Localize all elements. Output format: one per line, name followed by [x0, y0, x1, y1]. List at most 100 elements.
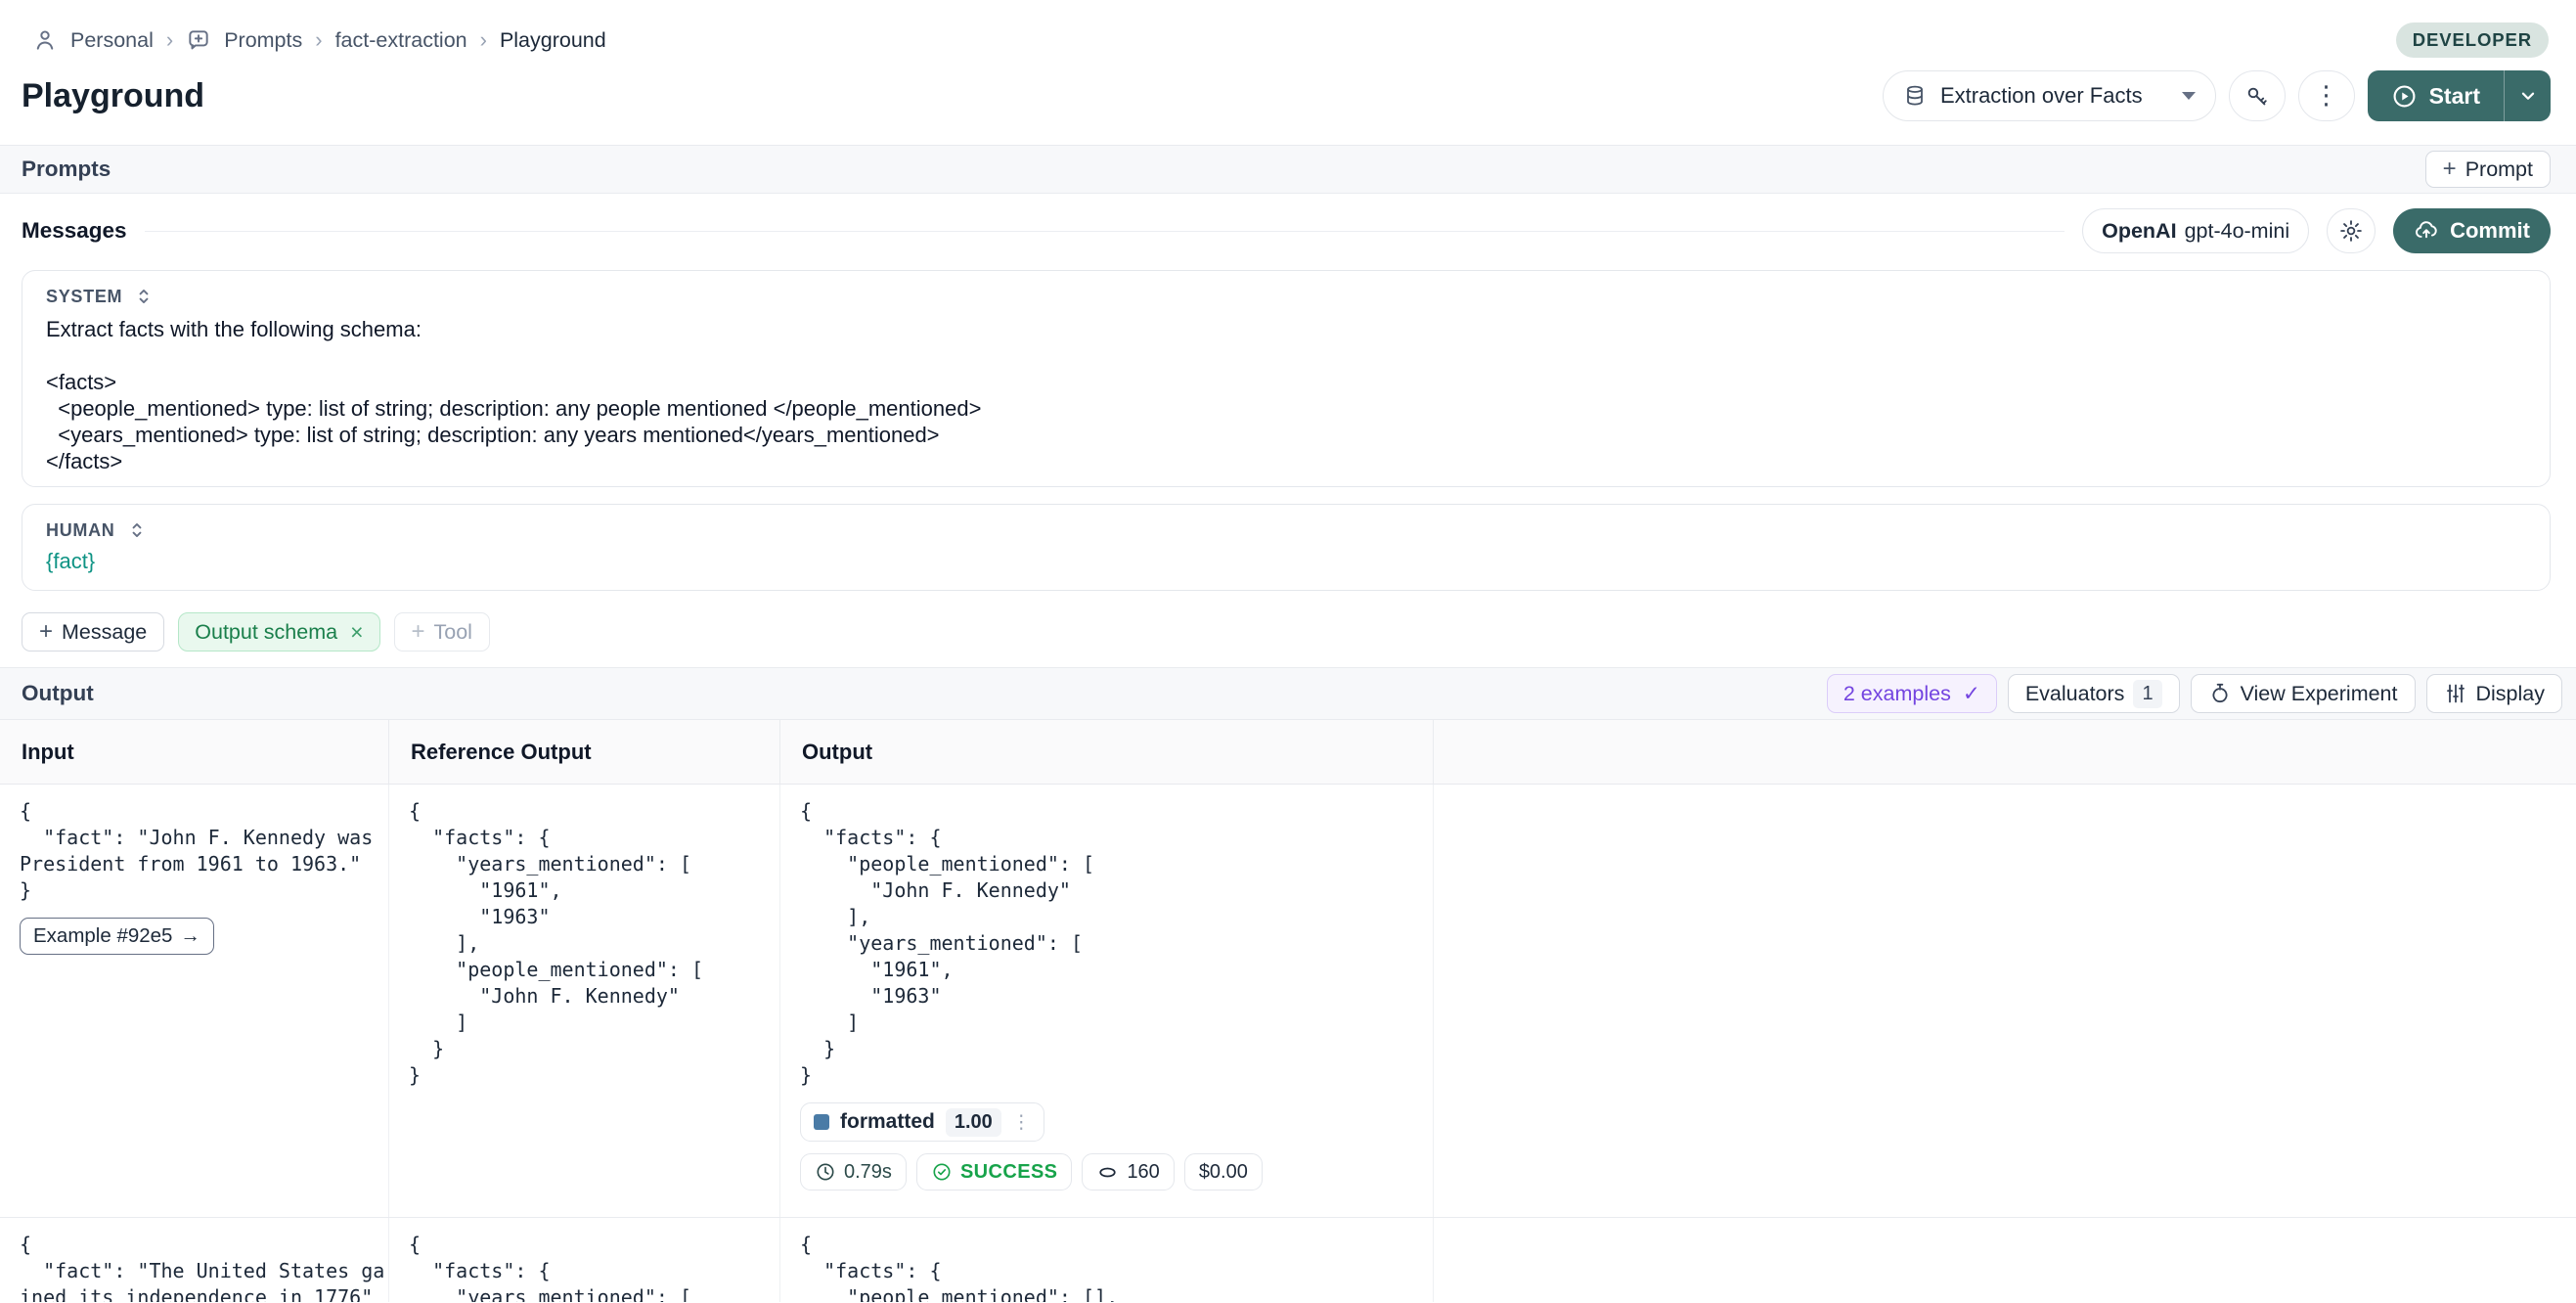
- gear-icon: [2338, 218, 2364, 244]
- top-bar: Personal › Prompts › fact-extraction › P…: [0, 0, 2576, 55]
- add-prompt-button[interactable]: + Prompt: [2425, 151, 2551, 188]
- token-coin-icon: [1096, 1161, 1119, 1184]
- dataset-selector-label: Extraction over Facts: [1940, 83, 2143, 109]
- column-header-input: Input: [0, 720, 389, 784]
- feedback-badge[interactable]: formatted 1.00 ⋮: [800, 1102, 1044, 1142]
- composer-actions: + Message Output schema × + Tool: [22, 612, 2551, 652]
- close-icon[interactable]: ×: [350, 619, 363, 646]
- database-icon: [1903, 84, 1927, 108]
- arrow-right-icon: →: [180, 924, 200, 948]
- add-message-button[interactable]: + Message: [22, 612, 164, 652]
- clock-icon: [815, 1161, 836, 1183]
- kebab-icon[interactable]: ⋮: [1012, 1111, 1031, 1133]
- model-selector[interactable]: OpenAI gpt-4o-mini: [2082, 208, 2309, 253]
- tokens-badge: 160: [1082, 1153, 1174, 1191]
- results-table-header: Input Reference Output Output: [0, 720, 2576, 785]
- latency-badge: 0.79s: [800, 1153, 907, 1191]
- column-header-empty: [1434, 720, 2576, 784]
- header-controls: Extraction over Facts ⋮ Start: [1883, 70, 2551, 121]
- commit-button-label: Commit: [2450, 218, 2530, 244]
- table-row: { "fact": "The United States ga ined its…: [0, 1218, 2576, 1302]
- dataset-selector[interactable]: Extraction over Facts: [1883, 70, 2216, 121]
- feedback-score: 1.00: [946, 1108, 1001, 1137]
- cost-value: $0.00: [1199, 1161, 1248, 1184]
- output-cell: { "facts": { "people_mentioned": [ "John…: [780, 785, 1434, 1217]
- status-value: SUCCESS: [960, 1161, 1058, 1184]
- breadcrumb-playground: Playground: [500, 28, 606, 53]
- status-badge: SUCCESS: [916, 1153, 1073, 1191]
- input-cell: { "fact": "The United States ga ined its…: [0, 1218, 389, 1302]
- role-switcher-updown-icon[interactable]: [126, 519, 148, 541]
- breadcrumb-prompts[interactable]: Prompts: [224, 28, 302, 53]
- key-icon: [2244, 84, 2269, 109]
- evaluators-button[interactable]: Evaluators 1: [2008, 674, 2180, 713]
- sliders-icon: [2444, 682, 2467, 705]
- input-json: { "fact": "John F. Kennedy was President…: [20, 798, 380, 904]
- messages-header: Messages OpenAI gpt-4o-mini Commit: [0, 207, 2576, 254]
- prompts-bubble-plus-icon: [186, 27, 211, 53]
- tokens-value: 160: [1127, 1161, 1159, 1184]
- model-provider: OpenAI: [2102, 219, 2176, 244]
- chevron-down-icon: [2517, 85, 2539, 107]
- model-settings-button[interactable]: [2327, 208, 2376, 253]
- input-cell: { "fact": "John F. Kennedy was President…: [0, 785, 389, 1217]
- flask-icon: [2208, 682, 2232, 705]
- add-message-label: Message: [62, 620, 147, 645]
- human-role-label: HUMAN: [46, 520, 115, 541]
- breadcrumb-fact-extraction[interactable]: fact-extraction: [335, 28, 467, 53]
- evaluators-count-badge: 1: [2133, 680, 2161, 708]
- system-role-label: SYSTEM: [46, 287, 122, 307]
- output-json: { "facts": { "people_mentioned": [],: [800, 1232, 1425, 1302]
- add-prompt-label: Prompt: [2465, 157, 2533, 182]
- reference-output-cell: { "facts": { "years_mentioned": [ "1961"…: [389, 785, 780, 1217]
- system-message-card: SYSTEM Extract facts with the following …: [22, 270, 2551, 487]
- human-message-card: HUMAN {fact}: [22, 504, 2551, 591]
- feedback-color-swatch: [814, 1114, 829, 1130]
- add-tool-label: Tool: [434, 620, 472, 645]
- view-experiment-button[interactable]: View Experiment: [2191, 674, 2416, 713]
- output-controls: 2 examples ✓ Evaluators 1 View Experimen…: [1827, 674, 2562, 713]
- example-link-label: Example #92e5: [33, 924, 172, 948]
- page-title: Playground: [22, 77, 1883, 115]
- prompts-section-bar: Prompts + Prompt: [0, 145, 2576, 194]
- commit-button[interactable]: Commit: [2393, 208, 2551, 253]
- run-stats-row: 0.79s SUCCESS 160 $0.00: [800, 1153, 1425, 1191]
- system-message-editor[interactable]: Extract facts with the following schema:…: [46, 316, 2526, 474]
- output-schema-chip[interactable]: Output schema ×: [178, 612, 379, 652]
- evaluators-label: Evaluators: [2025, 682, 2125, 706]
- empty-cell: [1434, 785, 2576, 1217]
- divider: [145, 231, 2065, 232]
- output-cell: { "facts": { "people_mentioned": [],: [780, 1218, 1434, 1302]
- plus-icon: +: [39, 618, 53, 646]
- kebab-icon: ⋮: [2314, 81, 2339, 111]
- add-tool-button[interactable]: + Tool: [394, 612, 490, 652]
- output-label: Output: [22, 681, 94, 706]
- breadcrumb: Personal › Prompts › fact-extraction › P…: [32, 27, 606, 53]
- human-message-editor[interactable]: {fact}: [46, 548, 2526, 574]
- cost-badge: $0.00: [1184, 1153, 1263, 1191]
- user-icon: [32, 27, 58, 53]
- reference-output-json: { "facts": { "years_mentioned": [: [409, 1232, 772, 1302]
- examples-label: 2 examples: [1843, 682, 1951, 706]
- output-section-bar: Output 2 examples ✓ Evaluators 1 View Ex…: [0, 667, 2576, 720]
- display-button[interactable]: Display: [2426, 674, 2563, 713]
- output-schema-label: Output schema: [195, 620, 337, 645]
- start-button[interactable]: Start: [2368, 70, 2504, 121]
- role-switcher-updown-icon[interactable]: [133, 286, 155, 307]
- check-circle-icon: [931, 1161, 953, 1183]
- example-link-button[interactable]: Example #92e5 →: [20, 918, 214, 955]
- more-options-button[interactable]: ⋮: [2298, 70, 2355, 121]
- column-header-reference-output: Reference Output: [389, 720, 780, 784]
- check-icon: ✓: [1963, 682, 1980, 706]
- cloud-upload-icon: [2414, 218, 2439, 244]
- human-role-row: HUMAN: [46, 518, 2526, 542]
- plus-icon: +: [412, 618, 425, 646]
- latency-value: 0.79s: [844, 1161, 892, 1184]
- chevron-right-icon: ›: [166, 27, 173, 53]
- start-options-button[interactable]: [2504, 70, 2551, 121]
- breadcrumb-personal[interactable]: Personal: [70, 28, 154, 53]
- feedback-name: formatted: [840, 1110, 935, 1134]
- examples-button[interactable]: 2 examples ✓: [1827, 674, 1997, 713]
- system-role-row: SYSTEM: [46, 285, 2526, 308]
- api-key-button[interactable]: [2229, 70, 2286, 121]
